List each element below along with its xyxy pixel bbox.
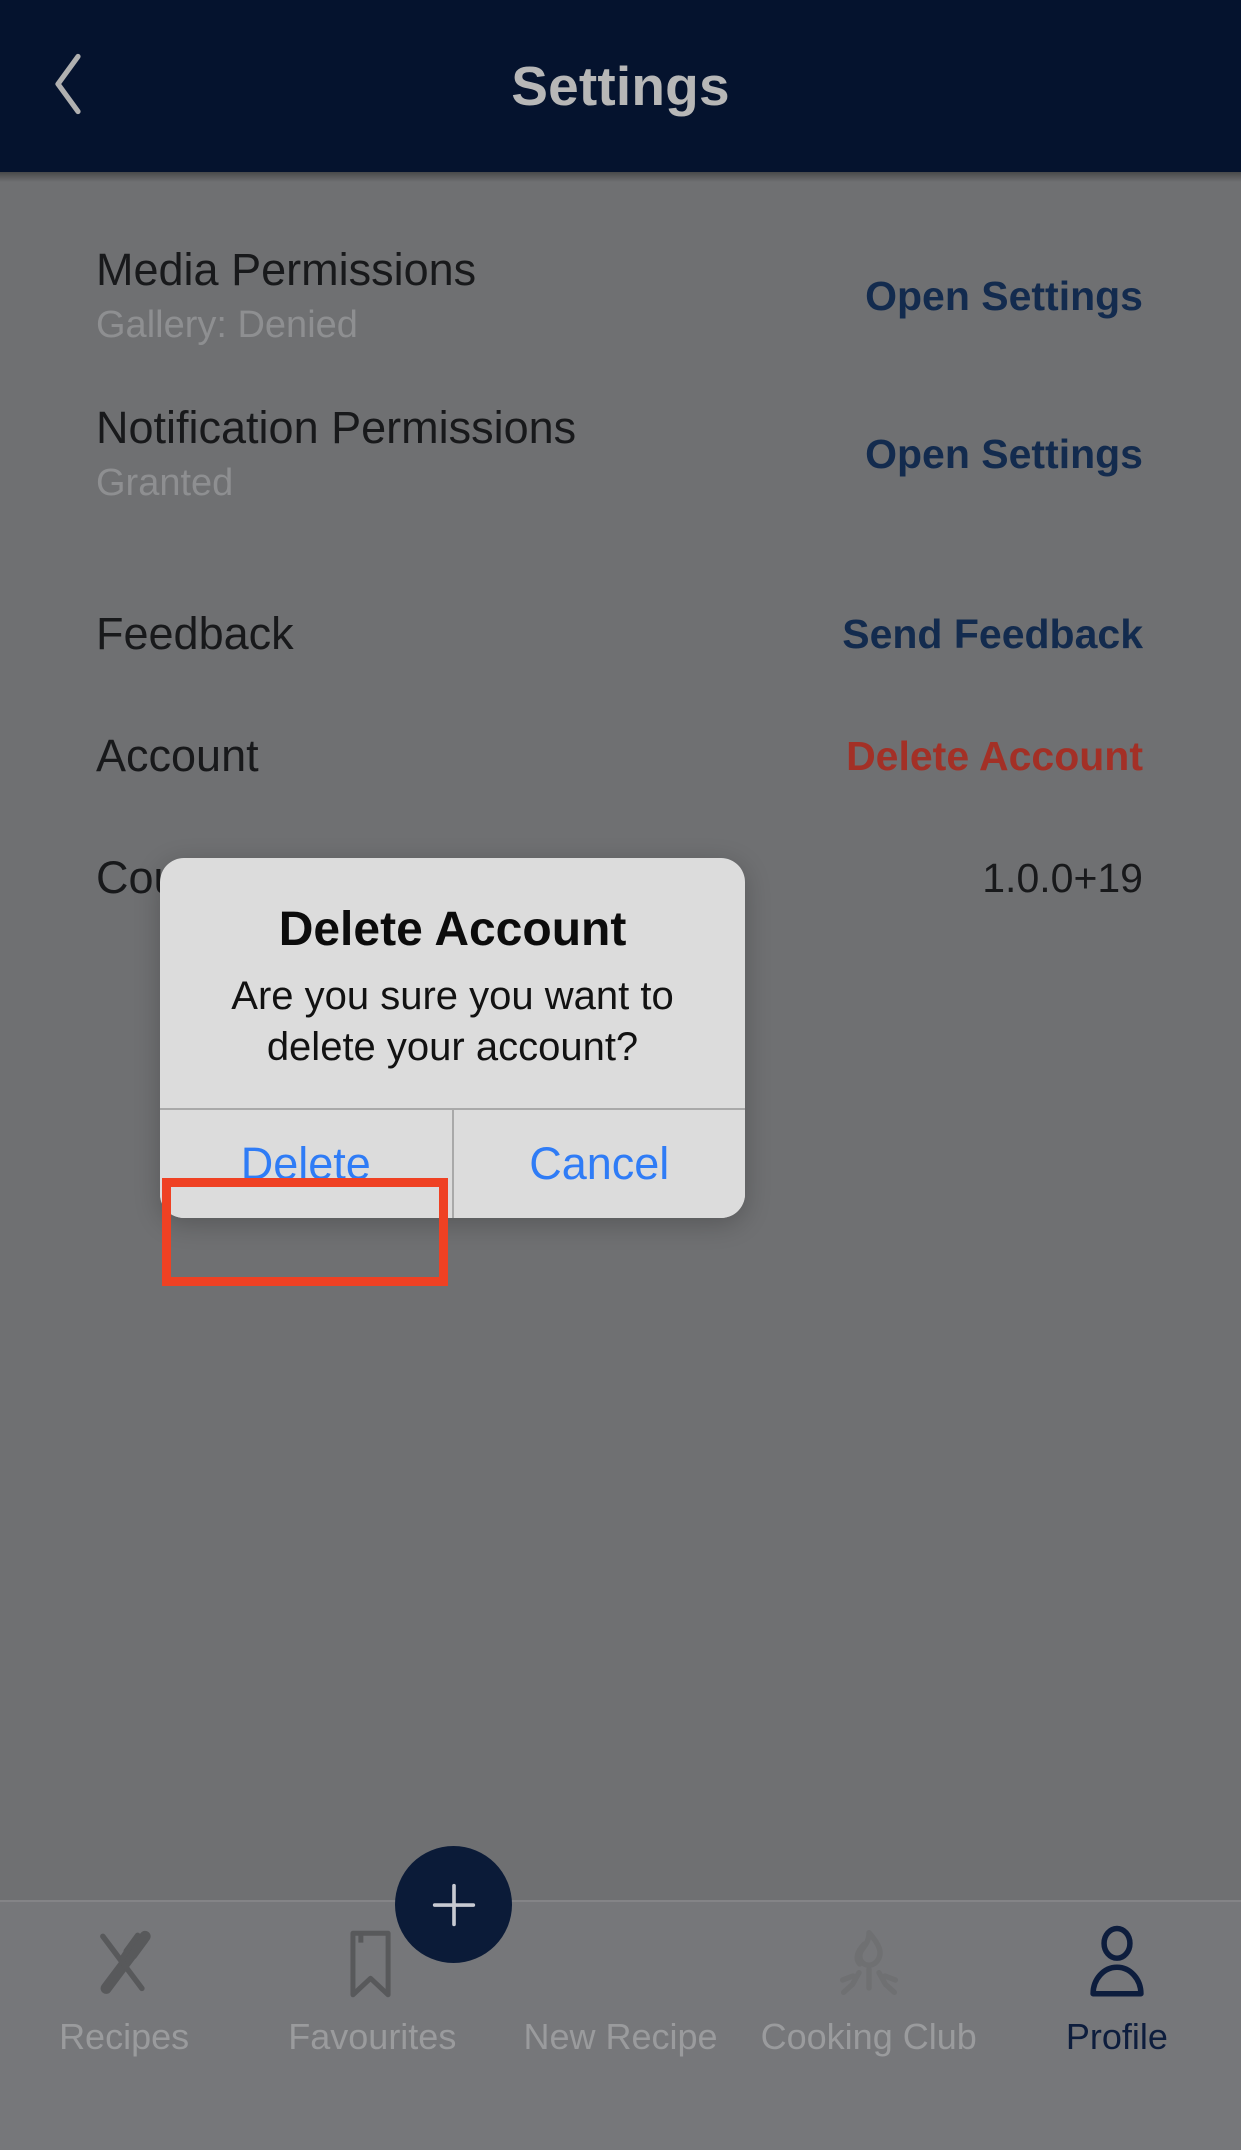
dialog-body: Delete Account Are you sure you want to …: [160, 858, 745, 1108]
nav-label-new-recipe: New Recipe: [523, 2016, 718, 2057]
plus-icon: [432, 1883, 475, 1926]
app-bar-shadow: [0, 172, 1241, 182]
fork-knife-icon: [85, 1918, 163, 2010]
settings-row-title: Media Permissions: [96, 243, 477, 295]
settings-row-title: Notification Permissions: [96, 401, 577, 453]
nav-label-recipes: Recipes: [59, 2016, 190, 2057]
open-settings-button-notifications[interactable]: Open Settings: [865, 431, 1143, 478]
nav-label-cooking-club: Cooking Club: [760, 2016, 977, 2057]
row-texts: Notification Permissions Granted: [96, 401, 576, 508]
nav-label-favourites: Favourites: [288, 2016, 457, 2057]
dialog-title: Delete Account: [278, 903, 627, 956]
app-screen: Media Permissions Gallery: Denied Open S…: [0, 0, 1241, 2150]
row-texts: Account: [96, 729, 259, 782]
settings-row-title: Feedback: [96, 608, 294, 660]
dialog-actions: Delete Cancel: [160, 1107, 745, 1218]
settings-row-subtitle: Gallery: Denied: [96, 303, 358, 346]
settings-row-subtitle: Granted: [96, 461, 234, 504]
bottom-navigation-bar: Recipes Favourites New Recipe Cooking Cl…: [0, 1900, 1241, 2150]
back-button[interactable]: [22, 38, 114, 130]
dialog-delete-button[interactable]: Delete: [160, 1109, 452, 1218]
row-texts: Media Permissions Gallery: Denied: [96, 243, 476, 350]
dialog-message: Are you sure you want to delete your acc…: [231, 974, 674, 1070]
new-recipe-fab[interactable]: [395, 1846, 512, 1963]
app-version-value: 1.0.0+19: [982, 854, 1143, 901]
campfire-icon: [829, 1918, 909, 2010]
delete-account-dialog: Delete Account Are you sure you want to …: [160, 858, 745, 1218]
nav-label-profile: Profile: [1065, 2016, 1168, 2057]
page-title: Settings: [511, 55, 730, 117]
person-icon: [1078, 1918, 1156, 2010]
nav-item-profile[interactable]: Profile: [993, 1900, 1241, 2150]
chevron-left-icon: [55, 53, 81, 115]
settings-row-title: Account: [96, 730, 259, 782]
dialog-cancel-button[interactable]: Cancel: [451, 1109, 745, 1218]
nav-item-cooking-club[interactable]: Cooking Club: [745, 1900, 993, 2150]
open-settings-button-media[interactable]: Open Settings: [865, 273, 1143, 320]
row-texts: Feedback: [96, 607, 294, 660]
nav-item-new-recipe[interactable]: New Recipe: [496, 1900, 744, 2150]
send-feedback-button[interactable]: Send Feedback: [842, 611, 1143, 658]
nav-item-recipes[interactable]: Recipes: [0, 1900, 248, 2150]
app-bar: Settings: [0, 0, 1241, 172]
settings-row-notification-permissions[interactable]: Notification Permissions Granted Open Se…: [0, 374, 1241, 534]
delete-account-button[interactable]: Delete Account: [846, 733, 1143, 780]
settings-row-media-permissions[interactable]: Media Permissions Gallery: Denied Open S…: [0, 216, 1241, 376]
bookmark-icon: [335, 1918, 409, 2010]
